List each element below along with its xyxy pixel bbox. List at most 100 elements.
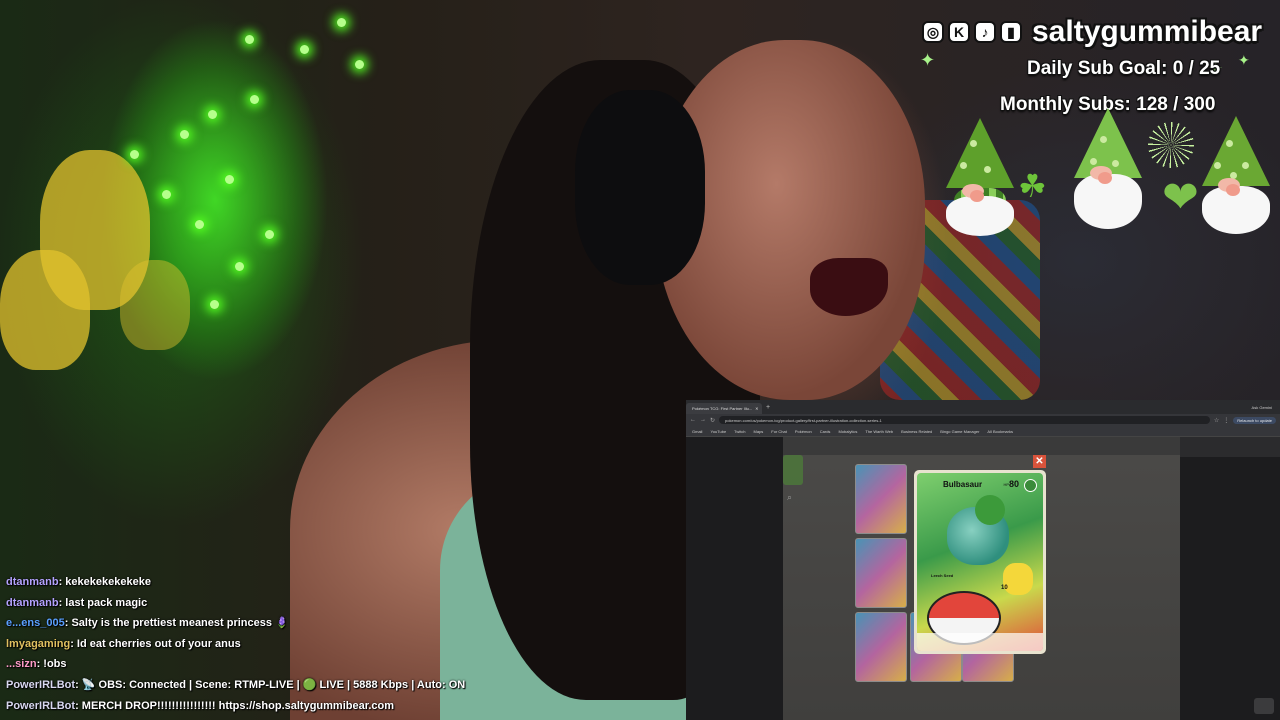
page-subnav <box>783 437 1180 455</box>
social-header: ◎ K ♪ ▮ saltygummibear <box>922 14 1262 50</box>
bookmark-item[interactable]: All Bookmarks <box>987 429 1013 434</box>
extensions-icon[interactable]: ⋮ <box>1223 417 1229 424</box>
card-ability-name: Leech Seed <box>931 573 954 578</box>
relaunch-update-button[interactable]: Relaunch to update <box>1233 416 1276 424</box>
chat-text: !obs <box>43 658 67 671</box>
sparkle-icon: ✦ <box>1238 52 1250 68</box>
card-artwork: Bulbasaur HP 80 Leech Seed 10 <box>917 473 1043 651</box>
bookmark-item[interactable]: Cards <box>820 429 831 434</box>
grass-type-icon <box>1024 479 1037 492</box>
clover-icon: ☘ <box>1018 168 1047 204</box>
bookmark-item[interactable]: Maps <box>754 429 764 434</box>
led-light <box>162 190 171 199</box>
firework-graphic <box>1148 122 1194 168</box>
kick-icon: K <box>948 21 970 43</box>
led-light <box>225 175 234 184</box>
profile-label[interactable]: Ask Gemini <box>1252 405 1272 410</box>
bookmark-item[interactable]: Gmail <box>692 429 702 434</box>
star-icon[interactable]: ☆ <box>1214 417 1219 424</box>
search-icon[interactable]: ⌕ <box>787 492 799 504</box>
close-modal-button[interactable]: ✕ <box>1033 455 1046 468</box>
led-light <box>180 130 189 139</box>
plush-toy <box>120 260 190 350</box>
close-tab-icon[interactable]: ✕ <box>755 406 758 411</box>
chat-message: ...sizn: !obs <box>6 654 566 675</box>
tab-bar: Pokémon TCG: First Partner Illu... ✕ + A… <box>686 400 1280 414</box>
tab-title: Pokémon TCG: First Partner Illu... <box>692 406 753 411</box>
chat-username: dtanmanb <box>6 596 59 609</box>
chat-username: ...sizn <box>6 658 37 671</box>
gnome-graphic <box>1068 108 1148 229</box>
chat-username: e...ens_005 <box>6 617 65 630</box>
headphones <box>575 90 705 285</box>
address-bar[interactable]: pokemon.com/us/pokemon-tcg/product-galle… <box>719 416 1210 424</box>
bookmark-item[interactable]: YouTube <box>710 429 726 434</box>
led-light <box>208 110 217 119</box>
url-toolbar: ← → ↻ pokemon.com/us/pokemon-tcg/product… <box>686 414 1280 426</box>
sparkle-icon: ✦ <box>920 50 936 70</box>
chat-overlay: dtanmanb: kekekekekekeke dtanmanb: last … <box>6 572 566 716</box>
bookmark-item[interactable]: Mobalytics <box>838 429 857 434</box>
twitch-icon: ▮ <box>1000 21 1022 43</box>
channel-name: saltygummibear <box>1032 15 1263 48</box>
bookmark-item[interactable]: Pokémon <box>795 429 812 434</box>
heart-clover-icon: ❤ <box>1162 173 1199 222</box>
gnome-graphic <box>1196 116 1276 236</box>
led-light <box>210 300 219 309</box>
chat-text: Id eat cherries out of your anus <box>76 637 241 650</box>
led-light <box>250 95 259 104</box>
page-left-margin <box>686 437 783 720</box>
led-light <box>195 220 204 229</box>
reload-icon[interactable]: ↻ <box>710 417 715 424</box>
bookmark-item[interactable]: Business Related <box>901 429 932 434</box>
bookmark-item[interactable]: For Chat <box>771 429 787 434</box>
chat-text: last pack magic <box>65 596 148 609</box>
side-tab-button[interactable] <box>783 455 803 485</box>
chat-username: dtanmanb <box>6 576 59 588</box>
bookmark-item[interactable]: The Warth Web <box>865 429 893 434</box>
card-thumbnail[interactable] <box>855 612 907 682</box>
led-light <box>245 35 254 44</box>
bookmark-item[interactable]: Bingo Game Manager <box>940 429 979 434</box>
led-light <box>265 230 274 239</box>
card-bulb-art <box>975 495 1005 525</box>
chat-separator: : <box>75 699 82 712</box>
chat-separator: : <box>75 678 82 691</box>
plush-toy <box>0 250 90 370</box>
browser-tab[interactable]: Pokémon TCG: First Partner Illu... ✕ <box>686 403 762 414</box>
chat-text: Salty is the prettiest meanest princess … <box>71 617 289 630</box>
card-thumbnail[interactable] <box>855 464 907 534</box>
card-info-strip <box>917 633 1043 651</box>
card-name: Bulbasaur <box>943 480 983 489</box>
chat-text: 📡 OBS: Connected | Scene: RTMP-LIVE | 🟢 … <box>81 678 466 691</box>
chat-text: MERCH DROP!!!!!!!!!!!!!!!! https://shop.… <box>81 699 395 712</box>
chat-text: kekekekekekeke <box>65 576 151 588</box>
page-right-margin <box>1180 457 1280 720</box>
tiktok-icon: ♪ <box>974 21 996 43</box>
bookmark-item[interactable]: Twitch <box>734 429 745 434</box>
chat-message: PowerIRLBot: 📡 OBS: Connected | Scene: R… <box>6 675 566 696</box>
card-thumbnail[interactable] <box>855 538 907 608</box>
card-attack-damage: 10 <box>1001 585 1008 591</box>
pokemon-card-modal[interactable]: Bulbasaur HP 80 Leech Seed 10 <box>914 470 1046 654</box>
chat-username: lmyagaming <box>6 637 71 650</box>
chat-message: dtanmanb: kekekekekekeke <box>6 572 566 593</box>
corner-widget-icon[interactable] <box>1254 698 1274 714</box>
led-light <box>337 18 346 27</box>
led-light <box>355 60 364 69</box>
chat-message: PowerIRLBot: MERCH DROP!!!!!!!!!!!!!!!! … <box>6 696 566 717</box>
chat-separator: : <box>70 637 77 650</box>
daily-sub-goal: Daily Sub Goal: 0 / 25 <box>1027 58 1221 79</box>
chat-message: dtanmanb: last pack magic <box>6 593 566 614</box>
led-light <box>235 262 244 271</box>
chat-message: e...ens_005: Salty is the prettiest mean… <box>6 613 566 634</box>
back-icon[interactable]: ← <box>690 417 696 423</box>
chat-username: PowerIRLBot <box>6 699 76 712</box>
led-light <box>130 150 139 159</box>
chat-message: lmyagaming: Id eat cherries out of your … <box>6 634 566 655</box>
new-tab-button[interactable]: + <box>766 404 770 411</box>
instagram-icon: ◎ <box>922 21 944 43</box>
gnome-graphic <box>940 118 1020 238</box>
card-hp: 80 <box>1008 479 1019 489</box>
forward-icon[interactable]: → <box>700 417 706 423</box>
